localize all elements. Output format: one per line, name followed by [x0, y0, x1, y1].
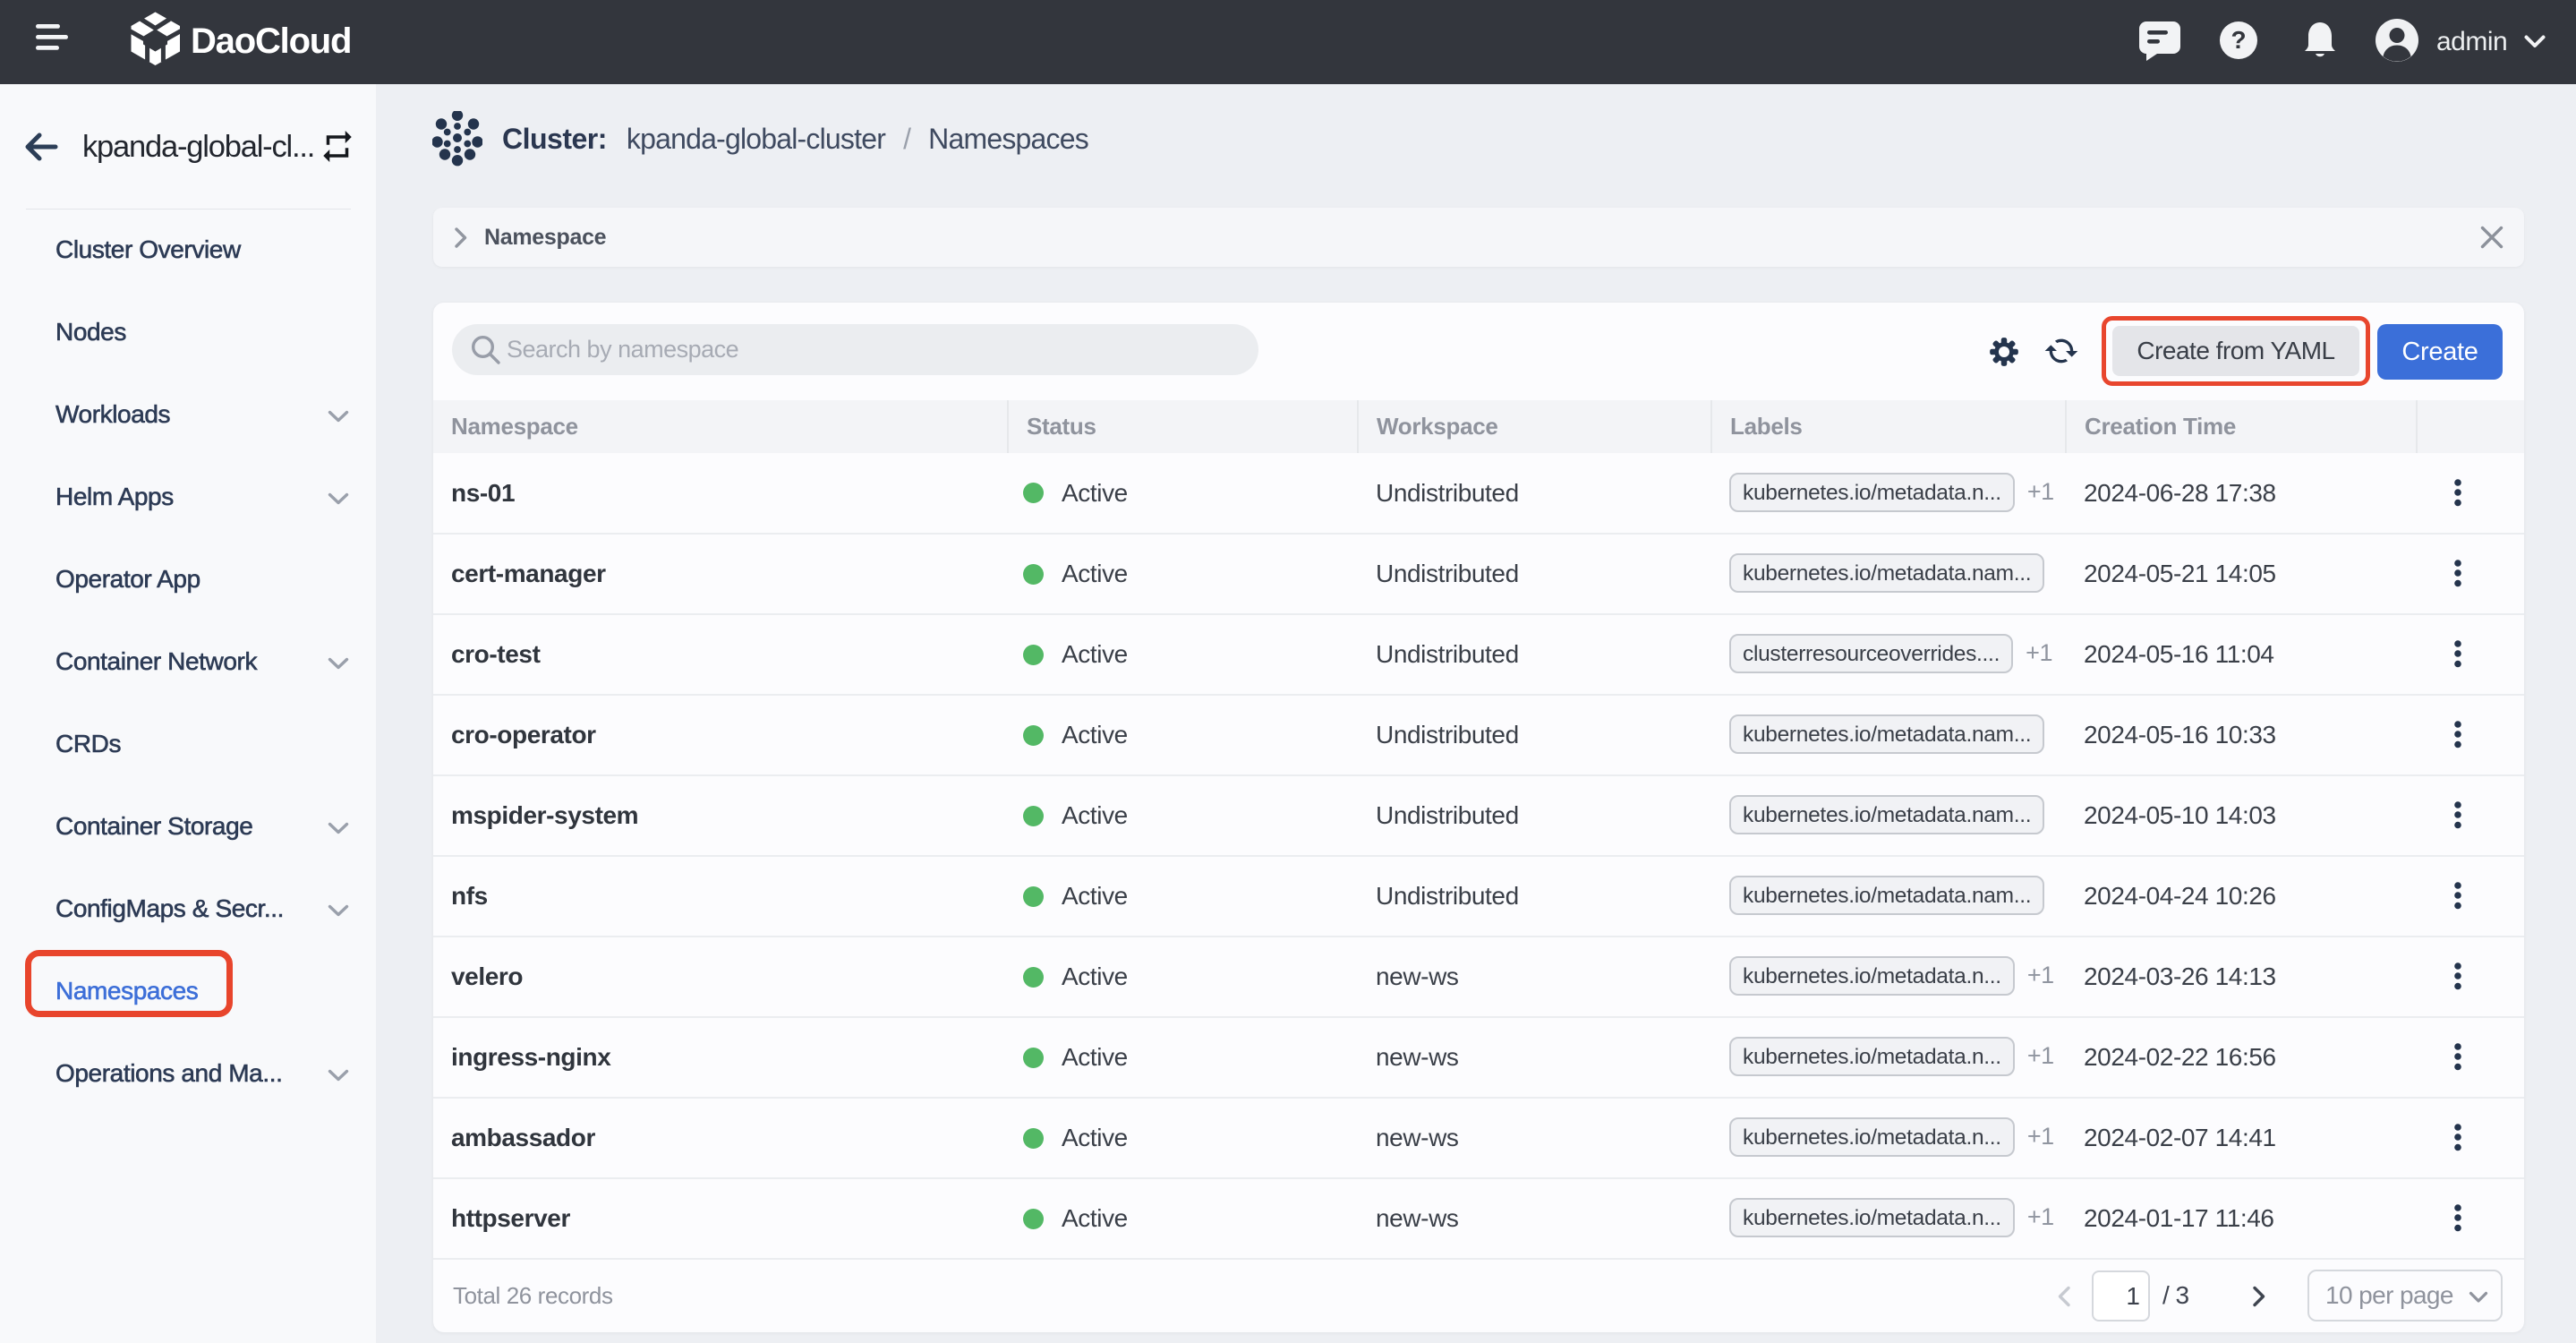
svg-text:?: ? — [2231, 26, 2246, 54]
